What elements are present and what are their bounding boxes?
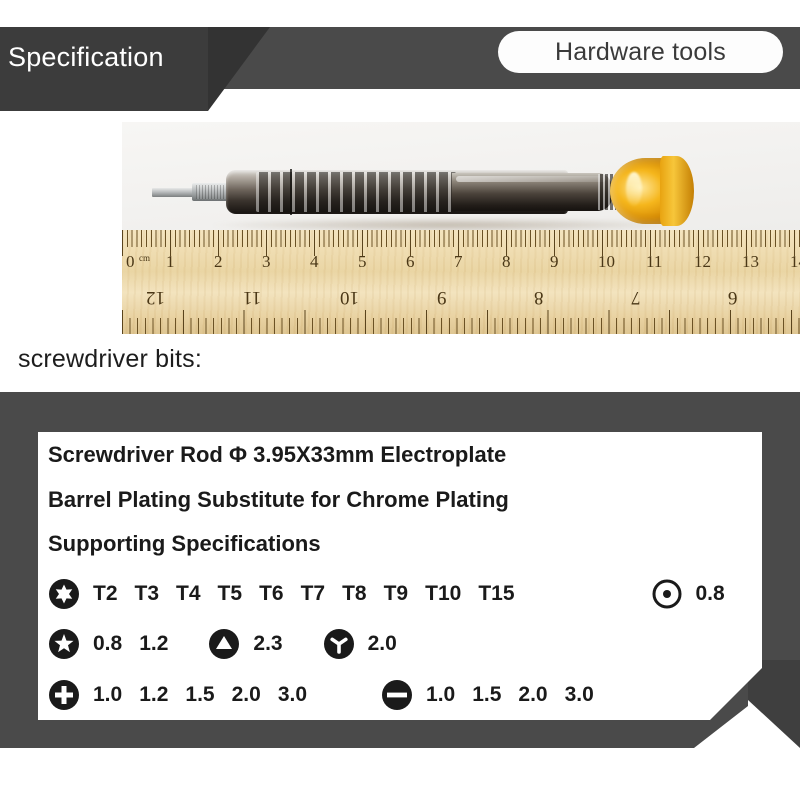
ruler-unit-label: cm <box>139 253 150 263</box>
bit-size: 1.5 <box>185 683 215 706</box>
bit-group: 0.8 <box>651 578 725 610</box>
screwdriver-tip <box>152 188 194 197</box>
phillips-cross-icon <box>49 680 79 710</box>
ruler-label-inch: 11 <box>243 287 262 308</box>
ruler-label-cm: 3 <box>262 252 271 271</box>
ruler-label-cm: 7 <box>454 252 463 271</box>
torx-star-icon <box>49 579 79 609</box>
ruler-label-cm: 9 <box>550 252 559 271</box>
screwdriver-cap-highlight <box>626 172 642 206</box>
screwdriver-collar-knurl <box>196 185 230 199</box>
bit-size: 2.0 <box>367 632 397 655</box>
bit-size: 2.3 <box>253 632 283 655</box>
ruler-label-cm: 2 <box>214 252 223 271</box>
bit-size: T10 <box>425 582 462 605</box>
hardware-tools-label: Hardware tools <box>555 37 726 66</box>
bit-group: 1.0 1.2 1.5 2.0 3.0 <box>48 679 307 711</box>
bit-group: T2 T3 T4 T5 T6 T7 T8 T9 T10 T15 <box>48 578 515 610</box>
bit-row: T2 T3 T4 T5 T6 T7 T8 T9 T10 T15 0.8 <box>48 577 725 611</box>
ruler-label-inch: 9 <box>437 287 447 308</box>
spec-line-supporting: Supporting Specifications <box>48 531 321 556</box>
bit-row: 1.0 1.2 1.5 2.0 3.0 1.0 1.5 2.0 3.0 <box>48 678 594 712</box>
bit-size-list: 0.8 <box>696 582 725 606</box>
bit-size: T3 <box>134 582 160 605</box>
bit-size-list: 2.0 <box>368 632 397 656</box>
ruler-label-cm: 1 <box>166 252 175 271</box>
bit-size: 1.2 <box>139 683 169 706</box>
bit-size: 1.0 <box>426 683 456 706</box>
flathead-slot-icon <box>382 680 413 710</box>
bit-size-list: 2.3 <box>253 632 282 656</box>
bit-group: 0.8 1.2 <box>48 628 168 660</box>
bit-size: T2 <box>93 582 118 605</box>
ruler-label-inch: 7 <box>631 287 641 308</box>
bit-size-list: T2 T3 T4 T5 T6 T7 T8 T9 T10 T15 <box>93 582 515 606</box>
ruler-label-cm: 5 <box>358 252 367 271</box>
bit-size-list: 1.0 1.5 2.0 3.0 <box>426 683 594 707</box>
specification-tab-label: Specification <box>8 42 164 72</box>
spec-line-rod: Screwdriver Rod Φ 3.95X33mm Electroplate <box>48 442 507 467</box>
bit-size: 1.2 <box>139 632 169 655</box>
ruler-label-cm: 13 <box>742 252 759 271</box>
screwdriver-bits-heading: screwdriver bits: <box>18 345 202 373</box>
product-specification-page: Specification Hardware tools 01234567891… <box>0 0 800 800</box>
bit-size: T4 <box>176 582 201 605</box>
bit-size: T8 <box>342 582 367 605</box>
bit-group: 2.0 <box>323 628 397 660</box>
bit-group: 1.0 1.5 2.0 3.0 <box>381 679 594 711</box>
ruler-label-inch: 12 <box>146 287 165 308</box>
screwdriver-seam <box>290 169 292 215</box>
bit-size: T15 <box>478 582 515 605</box>
ruler-label-inch: 8 <box>534 287 544 308</box>
bit-row: 0.8 1.2 2.3 2.0 <box>48 627 397 661</box>
ruler-inch-ticks <box>122 310 800 334</box>
bit-size: T9 <box>383 582 409 605</box>
ruler-label-cm: 14 <box>790 252 800 271</box>
spec-white-card <box>38 432 762 720</box>
screwdriver-highlight <box>456 176 606 182</box>
ruler-label-cm: 4 <box>310 252 319 271</box>
bit-size: 3.0 <box>277 683 308 706</box>
bit-size-list: 1.0 1.2 1.5 2.0 3.0 <box>93 683 307 707</box>
bit-size: 0.8 <box>93 632 123 655</box>
ruler-label-cm: 8 <box>502 252 511 271</box>
bit-size: 2.0 <box>231 683 261 706</box>
ruler-label-cm: 12 <box>694 252 711 271</box>
ruler-inch-labels: 12 11 10 9 8 7 6 <box>122 286 800 312</box>
ruler-label-cm: 10 <box>598 252 615 271</box>
bit-size: T6 <box>259 582 284 605</box>
pentalobe-star-icon <box>49 629 79 659</box>
header-fold-triangle <box>208 27 270 111</box>
screwdriver-cap-flare <box>660 156 694 226</box>
screwdriver-illustration <box>152 156 712 232</box>
ruler-label-cm: 6 <box>406 252 415 271</box>
bit-size: 2.0 <box>518 683 548 706</box>
ruler-label-inch: 6 <box>728 287 738 308</box>
bit-size-list: 0.8 1.2 <box>93 632 168 656</box>
dot-pin-icon <box>652 579 681 609</box>
wooden-ruler: 01234567891011121314 1211109876 cm <box>122 230 800 334</box>
screwdriver-grip-knurl <box>256 172 456 212</box>
hardware-tools-badge: Hardware tools <box>498 31 783 73</box>
bit-size: 1.5 <box>472 683 502 706</box>
bit-size: T5 <box>217 582 243 605</box>
ruler-label-zero: 0 <box>126 252 135 271</box>
triangle-icon <box>209 629 240 659</box>
bit-size: 0.8 <box>695 582 725 605</box>
bit-size: 3.0 <box>564 683 594 706</box>
bit-size: 1.0 <box>93 683 123 706</box>
product-photo: 01234567891011121314 1211109876 cm <box>122 122 800 334</box>
bit-group: 2.3 <box>208 628 283 660</box>
ruler-label-cm: 11 <box>646 252 663 271</box>
y-tripoint-icon <box>323 629 354 659</box>
ruler-cm-labels: 01234567891011121314 <box>122 252 800 274</box>
ruler-label-inch: 10 <box>340 287 359 308</box>
bit-size: T7 <box>300 582 326 605</box>
spec-line-plating: Barrel Plating Substitute for Chrome Pla… <box>48 487 509 512</box>
